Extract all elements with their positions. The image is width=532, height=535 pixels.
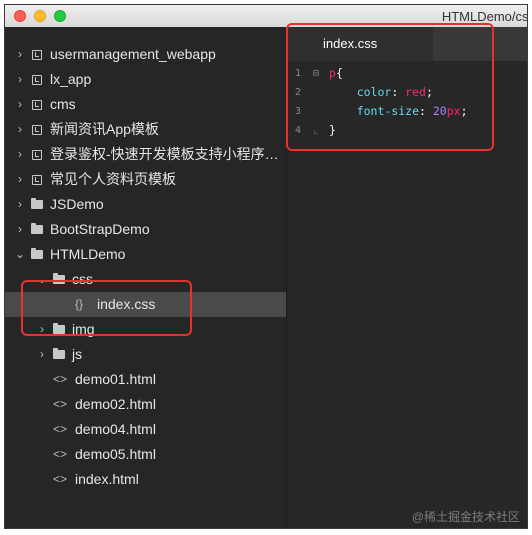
tree-item-htmldemo[interactable]: ⌄ HTMLDemo: [5, 242, 286, 267]
tree-item-label: lx_app: [50, 71, 92, 87]
watermark: @稀土掘金技术社区: [411, 510, 520, 524]
html-file-icon: <>: [53, 397, 68, 411]
chevron-down-icon[interactable]: ⌄: [15, 242, 25, 267]
tree-item-[interactable]: › 常见个人资料页模板: [5, 167, 286, 192]
chevron-right-icon[interactable]: ›: [15, 92, 25, 117]
tree-item-lx-app[interactable]: › lx_app: [5, 67, 286, 92]
tree-item-js[interactable]: › js: [5, 342, 286, 367]
project-icon: [32, 100, 42, 110]
maximize-window-button[interactable]: [54, 10, 66, 22]
window-title: HTMLDemo/css: [441, 9, 528, 24]
tree-item-index-html[interactable]: <> index.html: [5, 467, 286, 492]
tree-item-label: 登录鉴权-快速开发模板支持小程序…: [50, 146, 279, 162]
tree-item-demo01-html[interactable]: <> demo01.html: [5, 367, 286, 392]
folder-icon: [31, 198, 43, 209]
tree-item-demo02-html[interactable]: <> demo02.html: [5, 392, 286, 417]
html-file-icon: <>: [53, 472, 68, 486]
tree-item-label: demo02.html: [75, 396, 156, 412]
tree-item-label: index.html: [75, 471, 139, 487]
tree-item-label: 新闻资讯App模板: [50, 121, 159, 137]
tree-item-label: usermanagement_webapp: [50, 46, 216, 62]
chevron-right-icon[interactable]: ›: [15, 117, 25, 142]
project-sidebar: › usermanagement_webapp › lx_app › cms › 新闻资讯Ap…: [5, 27, 287, 528]
tree-item-label: HTMLDemo: [50, 246, 126, 262]
minimize-window-button[interactable]: [34, 10, 46, 22]
html-file-icon: <>: [53, 447, 68, 461]
project-icon: [32, 75, 42, 85]
tree-item-demo04-html[interactable]: <> demo04.html: [5, 417, 286, 442]
folder-icon: [31, 223, 43, 234]
project-icon: [32, 175, 42, 185]
project-icon: [32, 50, 42, 60]
html-file-icon: <>: [53, 422, 68, 436]
tree-item-usermanagement-webapp[interactable]: › usermanagement_webapp: [5, 42, 286, 67]
chevron-right-icon[interactable]: ›: [15, 192, 25, 217]
chevron-right-icon[interactable]: ›: [15, 42, 25, 67]
chevron-right-icon[interactable]: ›: [15, 167, 25, 192]
tree-item-label: demo01.html: [75, 371, 156, 387]
tree-item-label: BootStrapDemo: [50, 221, 150, 237]
annotation-box-editor: [286, 23, 494, 151]
html-file-icon: <>: [53, 372, 68, 386]
folder-icon: [31, 248, 43, 259]
tree-item-label: demo05.html: [75, 446, 156, 462]
tree-item-label: demo04.html: [75, 421, 156, 437]
chevron-right-icon[interactable]: ›: [15, 142, 25, 167]
chevron-right-icon[interactable]: ›: [37, 342, 47, 367]
tree-item-label: JSDemo: [50, 196, 104, 212]
tree-item-label: cms: [50, 96, 76, 112]
annotation-box-css-folder: [21, 280, 192, 336]
folder-icon: [53, 348, 65, 359]
project-icon: [32, 125, 42, 135]
tree-item-demo05-html[interactable]: <> demo05.html: [5, 442, 286, 467]
tree-item-label: 常见个人资料页模板: [50, 171, 176, 187]
chevron-right-icon[interactable]: ›: [15, 67, 25, 92]
chevron-right-icon[interactable]: ›: [15, 217, 25, 242]
close-window-button[interactable]: [14, 10, 26, 22]
project-icon: [32, 150, 42, 160]
tree-item-jsdemo[interactable]: › JSDemo: [5, 192, 286, 217]
tree-item-label: js: [72, 346, 83, 362]
tree-item-bootstrapdemo[interactable]: › BootStrapDemo: [5, 217, 286, 242]
tree-item-cms[interactable]: › cms: [5, 92, 286, 117]
tree-item-[interactable]: › 登录鉴权-快速开发模板支持小程序…: [5, 142, 286, 167]
tree-item-app[interactable]: › 新闻资讯App模板: [5, 117, 286, 142]
